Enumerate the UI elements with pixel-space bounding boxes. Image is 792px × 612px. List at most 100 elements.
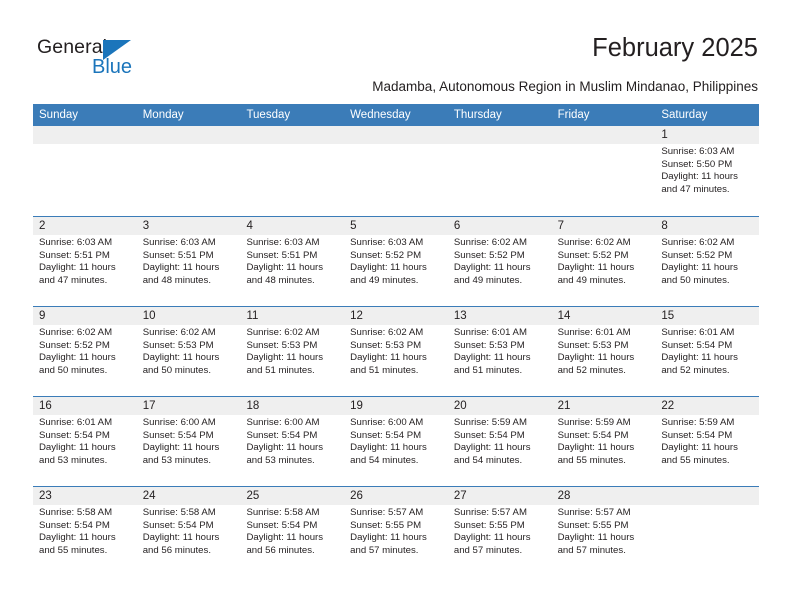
day-cell[interactable]: 18 Sunrise: 6:00 AM Sunset: 5:54 PM Dayligh… <box>240 397 344 486</box>
daylight-text: Daylight: 11 hours and 49 minutes. <box>350 262 427 286</box>
day-cell[interactable]: 17 Sunrise: 6:00 AM Sunset: 5:54 PM Dayligh… <box>137 397 241 486</box>
day-cell[interactable]: 22 Sunrise: 5:59 AM Sunset: 5:54 PM Dayligh… <box>655 397 759 486</box>
sunset-text: Sunset: 5:54 PM <box>142 519 214 531</box>
week-cells: 1 Sunrise: 6:03 AM Sunset: 5:50 PM Daylight… <box>33 126 759 216</box>
day-cell[interactable]: 1 Sunrise: 6:03 AM Sunset: 5:50 PM Daylight… <box>655 126 759 216</box>
day-cell[interactable]: 28 Sunrise: 5:57 AM Sunset: 5:55 PM Dayligh… <box>552 487 656 576</box>
day-cell[interactable]: 7 Sunrise: 6:02 AM Sunset: 5:52 PM Daylight… <box>552 217 656 306</box>
day-number: 15 <box>661 310 675 322</box>
sunset-text: Sunset: 5:51 PM <box>39 249 110 261</box>
day-number: 16 <box>39 400 52 412</box>
sunrise-text: Sunrise: 6:01 AM <box>557 327 631 338</box>
week-cells: 2 Sunrise: 6:03 AM Sunset: 5:51 PM Daylight… <box>33 217 759 306</box>
day-cell-empty <box>137 126 241 216</box>
sunrise-text: Sunrise: 5:57 AM <box>453 507 527 518</box>
sunrise-text: Sunrise: 6:02 AM <box>246 327 320 338</box>
day-cell-empty <box>448 126 552 216</box>
calendar-weeks: 1 Sunrise: 6:03 AM Sunset: 5:50 PM Daylight… <box>33 126 759 576</box>
daylight-text: Daylight: 11 hours and 51 minutes. <box>350 352 427 376</box>
day-details: Sunrise: 6:02 AM Sunset: 5:52 PM Daylight:… <box>39 327 133 377</box>
daylight-text: Daylight: 11 hours and 49 minutes. <box>453 262 531 286</box>
sunrise-text: Sunrise: 6:02 AM <box>453 237 527 248</box>
weekday-friday: Friday <box>557 109 590 121</box>
day-number: 4 <box>246 220 253 232</box>
day-cell[interactable]: 20 Sunrise: 5:59 AM Sunset: 5:54 PM Dayligh… <box>448 397 552 486</box>
day-number: 23 <box>39 490 52 502</box>
day-cell[interactable]: 5 Sunrise: 6:03 AM Sunset: 5:52 PM Daylight… <box>344 217 448 306</box>
daylight-text: Daylight: 11 hours and 50 minutes. <box>142 352 220 376</box>
day-cell[interactable]: 13 Sunrise: 6:01 AM Sunset: 5:53 PM Dayligh… <box>448 307 552 396</box>
day-cell[interactable]: 21 Sunrise: 5:59 AM Sunset: 5:54 PM Dayligh… <box>552 397 656 486</box>
sunrise-text: Sunrise: 6:01 AM <box>661 327 735 338</box>
day-details: Sunrise: 6:01 AM Sunset: 5:54 PM Daylight:… <box>661 327 755 377</box>
day-details: Sunrise: 5:59 AM Sunset: 5:54 PM Daylight:… <box>454 417 548 467</box>
daylight-text: Daylight: 11 hours and 50 minutes. <box>661 262 738 286</box>
daylight-text: Daylight: 11 hours and 51 minutes. <box>246 352 324 376</box>
daylight-text: Daylight: 11 hours and 55 minutes. <box>557 442 635 466</box>
sunrise-text: Sunrise: 6:03 AM <box>350 237 424 248</box>
day-cell[interactable]: 3 Sunrise: 6:03 AM Sunset: 5:51 PM Daylight… <box>137 217 241 306</box>
sunset-text: Sunset: 5:54 PM <box>246 429 318 441</box>
day-cell-empty <box>655 487 759 576</box>
day-number: 22 <box>661 400 675 412</box>
sunrise-text: Sunrise: 5:59 AM <box>453 417 527 428</box>
day-cell[interactable]: 14 Sunrise: 6:01 AM Sunset: 5:53 PM Dayligh… <box>552 307 656 396</box>
day-cell[interactable]: 10 Sunrise: 6:02 AM Sunset: 5:53 PM Dayligh… <box>137 307 241 396</box>
day-details: Sunrise: 6:00 AM Sunset: 5:54 PM Daylight:… <box>350 417 444 467</box>
sunset-text: Sunset: 5:53 PM <box>142 339 214 351</box>
daylight-text: Daylight: 11 hours and 53 minutes. <box>142 442 220 466</box>
sunrise-text: Sunrise: 6:03 AM <box>39 237 113 248</box>
day-cell[interactable]: 16 Sunrise: 6:01 AM Sunset: 5:54 PM Dayligh… <box>33 397 137 486</box>
sunrise-text: Sunrise: 6:00 AM <box>350 417 424 428</box>
day-cell[interactable]: 25 Sunrise: 5:58 AM Sunset: 5:54 PM Dayligh… <box>240 487 344 576</box>
sunset-text: Sunset: 5:52 PM <box>661 249 733 261</box>
day-details: Sunrise: 6:01 AM Sunset: 5:53 PM Daylight:… <box>558 327 652 377</box>
week-cells: 16 Sunrise: 6:01 AM Sunset: 5:54 PM Dayligh… <box>33 397 759 486</box>
logo-text-blue: Blue <box>92 56 133 78</box>
day-details: Sunrise: 6:03 AM Sunset: 5:51 PM Daylight:… <box>39 237 133 287</box>
day-cell[interactable]: 12 Sunrise: 6:02 AM Sunset: 5:53 PM Dayligh… <box>344 307 448 396</box>
day-details: Sunrise: 5:58 AM Sunset: 5:54 PM Daylight:… <box>39 507 133 557</box>
sunset-text: Sunset: 5:53 PM <box>453 339 525 351</box>
day-details: Sunrise: 5:58 AM Sunset: 5:54 PM Daylight:… <box>246 507 340 557</box>
day-details: Sunrise: 6:00 AM Sunset: 5:54 PM Daylight:… <box>246 417 340 467</box>
generalblue-logo[interactable]: General Blue <box>37 36 167 84</box>
day-cell[interactable]: 24 Sunrise: 5:58 AM Sunset: 5:54 PM Dayligh… <box>137 487 241 576</box>
daylight-text: Daylight: 11 hours and 57 minutes. <box>453 532 531 556</box>
day-cell[interactable]: 9 Sunrise: 6:02 AM Sunset: 5:52 PM Daylight… <box>33 307 137 396</box>
day-details: Sunrise: 6:00 AM Sunset: 5:54 PM Daylight:… <box>143 417 237 467</box>
day-details: Sunrise: 6:02 AM Sunset: 5:52 PM Daylight:… <box>661 237 755 287</box>
sunset-text: Sunset: 5:52 PM <box>350 249 422 261</box>
day-number: 2 <box>39 220 46 232</box>
weekday-wednesday: Wednesday <box>350 109 411 121</box>
day-cell[interactable]: 26 Sunrise: 5:57 AM Sunset: 5:55 PM Dayligh… <box>344 487 448 576</box>
weekday-thursday: Thursday <box>453 109 502 121</box>
day-cell[interactable]: 11 Sunrise: 6:02 AM Sunset: 5:53 PM Dayligh… <box>240 307 344 396</box>
day-cell[interactable]: 19 Sunrise: 6:00 AM Sunset: 5:54 PM Dayligh… <box>344 397 448 486</box>
daylight-text: Daylight: 11 hours and 49 minutes. <box>557 262 635 286</box>
page-header: General Blue February 2025 Madamba, Auto… <box>0 0 792 104</box>
sunset-text: Sunset: 5:54 PM <box>39 519 110 531</box>
day-cell[interactable]: 2 Sunrise: 6:03 AM Sunset: 5:51 PM Daylight… <box>33 217 137 306</box>
daylight-text: Daylight: 11 hours and 53 minutes. <box>39 442 116 466</box>
day-cell[interactable]: 15 Sunrise: 6:01 AM Sunset: 5:54 PM Dayligh… <box>655 307 759 396</box>
day-cell[interactable]: 23 Sunrise: 5:58 AM Sunset: 5:54 PM Dayligh… <box>33 487 137 576</box>
day-cell[interactable]: 8 Sunrise: 6:02 AM Sunset: 5:52 PM Daylight… <box>655 217 759 306</box>
sunset-text: Sunset: 5:54 PM <box>350 429 422 441</box>
sunset-text: Sunset: 5:55 PM <box>453 519 525 531</box>
day-number: 28 <box>557 490 571 502</box>
day-number: 9 <box>39 310 46 322</box>
daylight-text: Daylight: 11 hours and 52 minutes. <box>557 352 635 376</box>
day-cell[interactable]: 27 Sunrise: 5:57 AM Sunset: 5:55 PM Dayligh… <box>448 487 552 576</box>
day-number: 11 <box>246 310 259 322</box>
sunrise-text: Sunrise: 6:03 AM <box>142 237 216 248</box>
day-number: 14 <box>557 310 571 322</box>
day-number: 26 <box>350 490 363 502</box>
day-cell[interactable]: 4 Sunrise: 6:03 AM Sunset: 5:51 PM Daylight… <box>240 217 344 306</box>
day-cell[interactable]: 6 Sunrise: 6:02 AM Sunset: 5:52 PM Daylight… <box>448 217 552 306</box>
weekday-header-row: Sunday Monday Tuesday Wednesday Thursday… <box>33 104 759 126</box>
day-number: 27 <box>453 490 467 502</box>
daylight-text: Daylight: 11 hours and 55 minutes. <box>39 532 116 556</box>
daylight-text: Daylight: 11 hours and 48 minutes. <box>142 262 220 286</box>
sunrise-text: Sunrise: 5:58 AM <box>142 507 216 518</box>
